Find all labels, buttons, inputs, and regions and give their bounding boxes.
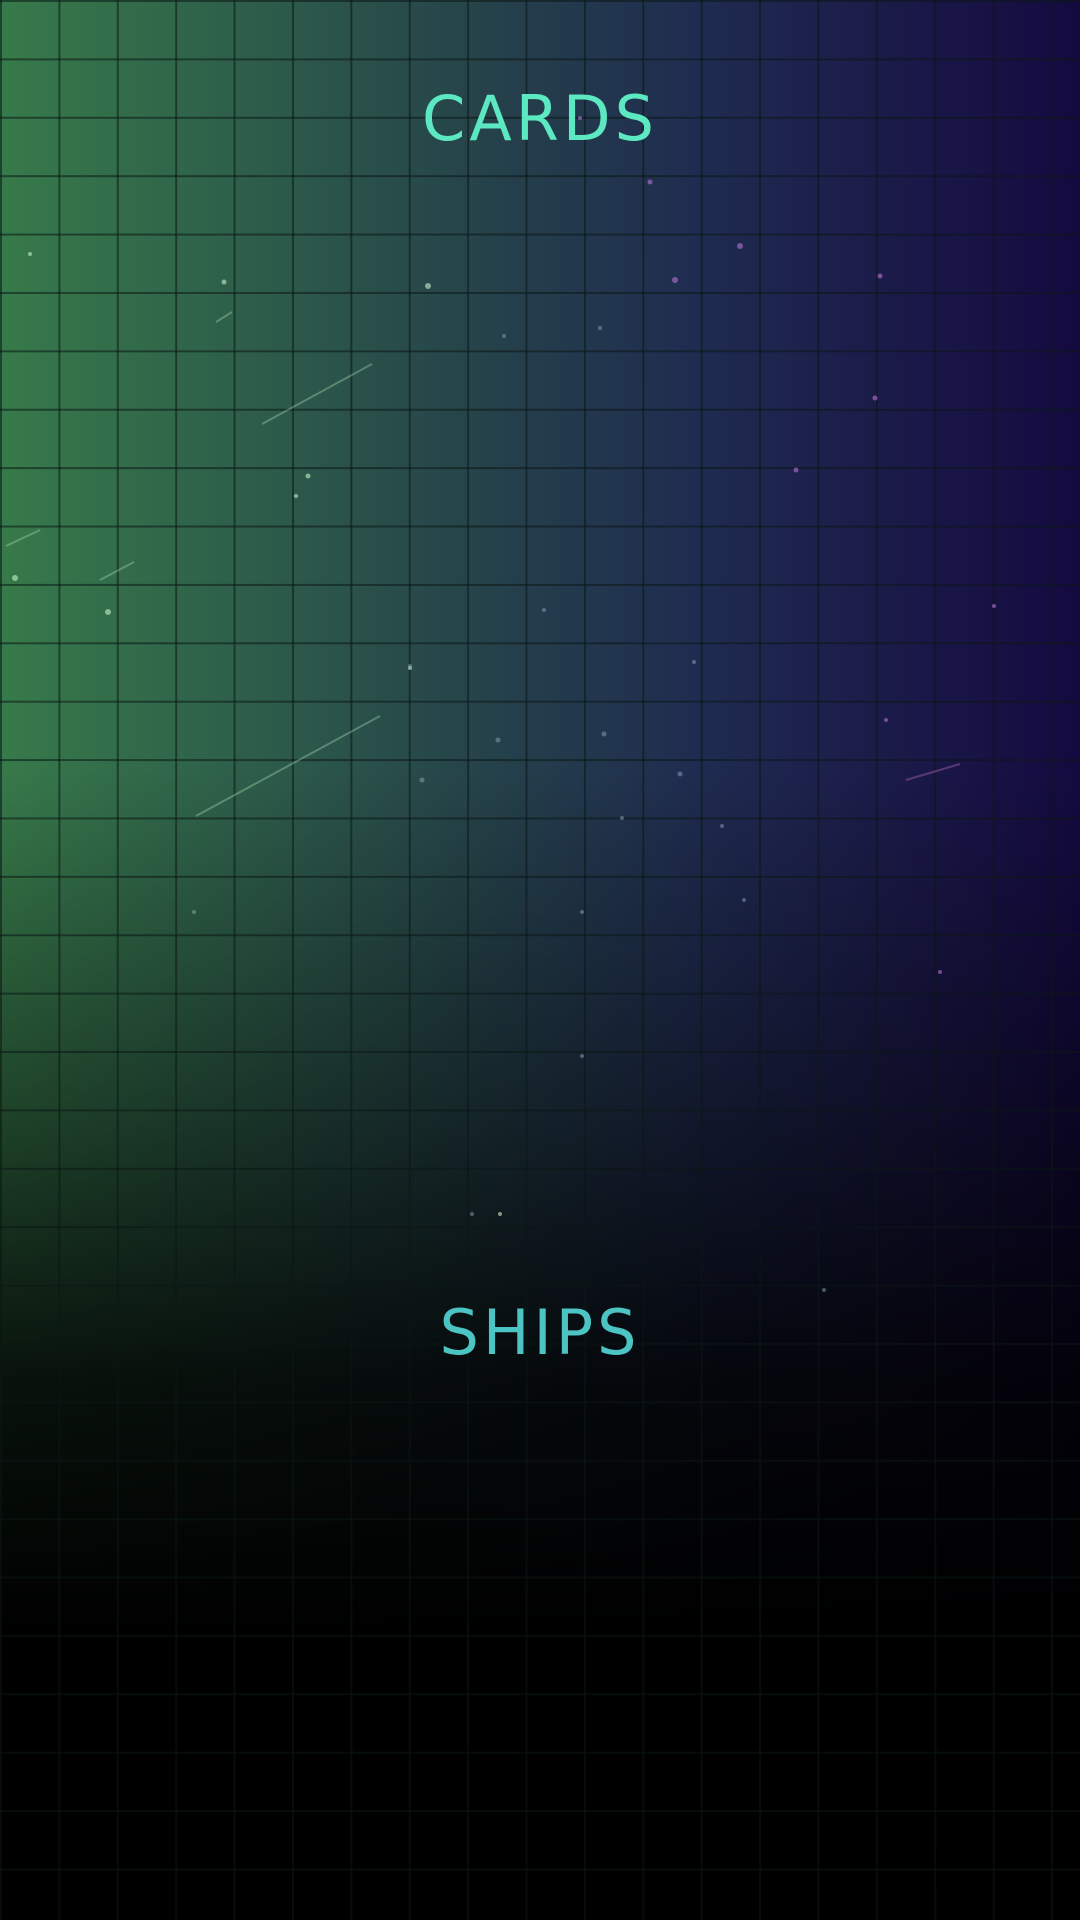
menu-screen: CARDS SHIPS xyxy=(0,0,1080,1920)
streak xyxy=(5,529,41,547)
sparkle xyxy=(419,777,425,783)
sparkle xyxy=(498,1212,502,1216)
sparkle xyxy=(580,1054,584,1058)
sparkle xyxy=(822,1288,826,1292)
sparkle xyxy=(502,334,506,338)
sparkle xyxy=(647,179,653,185)
sparkle xyxy=(620,816,624,820)
sparkle xyxy=(692,660,696,664)
sparkle xyxy=(742,898,746,902)
streak xyxy=(905,763,961,781)
sparkle xyxy=(192,910,196,914)
sparkle xyxy=(877,273,883,279)
ships-menu-button[interactable]: SHIPS xyxy=(0,1296,1080,1369)
sparkle xyxy=(872,395,878,401)
sparkle xyxy=(294,494,298,498)
sparkle xyxy=(884,718,888,722)
sparkle xyxy=(425,283,431,289)
streak xyxy=(99,561,135,581)
sparkle xyxy=(793,467,799,473)
sparkle xyxy=(408,664,412,668)
streak xyxy=(195,715,381,817)
sparkle xyxy=(601,731,607,737)
sparkle xyxy=(992,604,996,608)
sparkle xyxy=(720,824,724,828)
sparkle xyxy=(408,666,412,670)
sparkle xyxy=(938,970,942,974)
cards-menu-button[interactable]: CARDS xyxy=(0,82,1080,155)
streak xyxy=(215,311,233,323)
sparkle xyxy=(495,737,501,743)
sparkle xyxy=(28,252,32,256)
sparkle xyxy=(737,243,743,249)
sparkle xyxy=(580,910,584,914)
starfield-decoration xyxy=(5,116,996,1292)
sparkle xyxy=(221,279,227,285)
sparkle xyxy=(12,575,18,581)
sparkle xyxy=(305,473,311,479)
sparkle xyxy=(470,1212,474,1216)
sparkle xyxy=(677,771,683,777)
streak xyxy=(261,363,373,425)
background-grid xyxy=(0,0,1080,1920)
sparkle xyxy=(672,277,678,283)
sparkle xyxy=(542,608,546,612)
sparkle xyxy=(105,609,111,615)
sparkle xyxy=(598,326,602,330)
